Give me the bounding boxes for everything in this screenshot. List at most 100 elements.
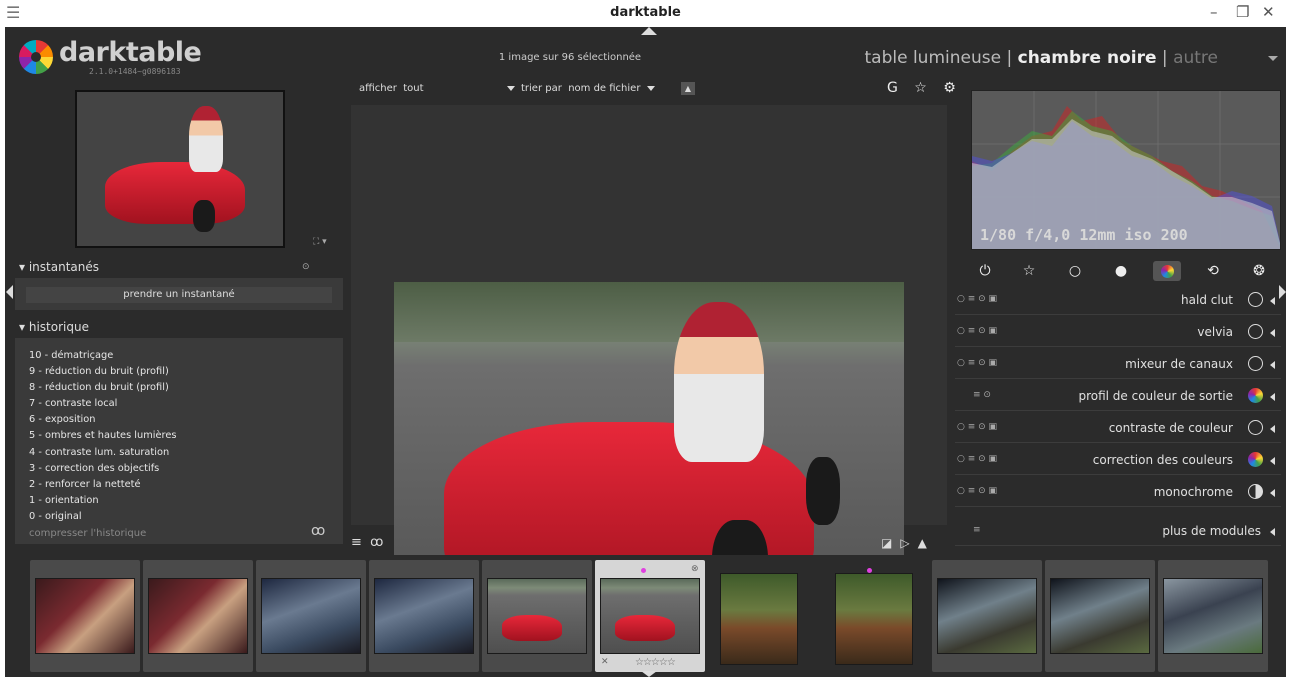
take-snapshot-button[interactable]: prendre un instantané (26, 287, 332, 303)
module-name: velvia (1197, 325, 1233, 339)
history-item[interactable]: 9 - réduction du bruit (profil) (29, 364, 176, 380)
expand-arrow-icon[interactable] (1270, 528, 1275, 536)
module-hald-clut[interactable]: ○ ≡ ⊙ ▣ hald clut (955, 286, 1281, 315)
module-controls[interactable]: ○ ≡ ⊙ ▣ (957, 454, 997, 464)
view-separator: | (1006, 48, 1013, 68)
filmstrip-thumbnail[interactable] (369, 560, 479, 672)
module-velvia[interactable]: ○ ≡ ⊙ ▣ velvia (955, 318, 1281, 347)
view-other[interactable]: autre (1173, 48, 1218, 68)
history-item[interactable]: 5 - ombres et hautes lumières (29, 428, 176, 444)
filmstrip-thumbnail-selected[interactable]: ⊗ ✕ ☆☆☆☆☆ (595, 560, 705, 672)
module-output-profile[interactable]: ≡ ⊙ profil de couleur de sortie (955, 382, 1281, 411)
history-item[interactable]: 0 - original (29, 509, 176, 525)
module-controls[interactable]: ○ ≡ ⊙ ▣ (957, 358, 997, 368)
show-value: tout (403, 83, 424, 94)
module-controls[interactable]: ≡ (973, 525, 981, 535)
collapse-top-panel-icon[interactable] (641, 27, 657, 35)
history-item[interactable]: 4 - contraste lum. saturation (29, 445, 176, 461)
expand-arrow-icon[interactable] (1270, 393, 1275, 401)
sort-order-button[interactable]: ▲ (681, 82, 695, 95)
expand-arrow-icon[interactable] (1270, 425, 1275, 433)
module-groups: ⏻ ☆ ○ ● ⟲ ❂ (965, 257, 1281, 285)
expand-arrow-icon[interactable] (1270, 297, 1275, 305)
module-channel-mixer[interactable]: ○ ≡ ⊙ ▣ mixeur de canaux (955, 350, 1281, 379)
favorites-icon[interactable]: ☆ (1015, 261, 1043, 281)
module-controls[interactable]: ○ ≡ ⊙ ▣ (957, 326, 997, 336)
color-group-icon[interactable] (1153, 261, 1181, 281)
sort-label: trier par (521, 83, 562, 94)
filmstrip-thumbnail[interactable] (932, 560, 1042, 672)
thumbnail-image (937, 578, 1037, 654)
version-text: 2.1.0+1484~g0896183 (89, 67, 181, 76)
quick-access-icons[interactable]: ≡ ꝏ (351, 535, 383, 550)
filmstrip-thumbnail[interactable] (143, 560, 253, 672)
module-controls[interactable]: ≡ ⊙ (973, 390, 991, 400)
history-item[interactable]: 1 - orientation (29, 493, 176, 509)
view-darkroom[interactable]: chambre noire (1018, 48, 1157, 68)
tone-group-icon[interactable]: ● (1107, 261, 1135, 281)
zoom-icon[interactable]: ⛶ ▾ (313, 237, 327, 247)
history-item[interactable]: 10 - dématriçage (29, 348, 176, 364)
wheel-shape (806, 457, 840, 525)
module-name: contraste de couleur (1108, 421, 1233, 435)
more-modules[interactable]: ≡ plus de modules (955, 517, 1281, 546)
history-item[interactable]: 3 - correction des objectifs (29, 461, 176, 477)
compress-history-button[interactable]: compresser l'historique (29, 528, 146, 539)
history-header[interactable]: ▾ historique (19, 320, 89, 334)
velvia-icon (1248, 324, 1263, 339)
filmstrip-thumbnail[interactable] (1045, 560, 1155, 672)
module-controls[interactable]: ○ ≡ ⊙ ▣ (957, 294, 997, 304)
reject-icon[interactable]: ✕ (601, 657, 609, 667)
maximize-icon[interactable]: ❐ (1236, 3, 1249, 21)
collapse-right-panel-icon[interactable] (1279, 285, 1286, 299)
circle-icon (1248, 292, 1263, 307)
correction-group-icon[interactable]: ⟲ (1199, 261, 1227, 281)
minimize-icon[interactable]: – (1210, 3, 1218, 21)
view-lighttable[interactable]: table lumineuse (865, 48, 1002, 68)
module-monochrome[interactable]: ○ ≡ ⊙ ▣ monochrome (955, 478, 1281, 507)
module-color-contrast[interactable]: ○ ≡ ⊙ ▣ contraste de couleur (955, 414, 1281, 443)
history-item[interactable]: 2 - renforcer la netteté (29, 477, 176, 493)
effects-group-icon[interactable]: ❂ (1245, 261, 1273, 281)
filmstrip-thumbnail[interactable] (256, 560, 366, 672)
history-list: 10 - dématriçage 9 - réduction du bruit … (29, 348, 176, 525)
overexposure-icons[interactable]: ◪▷▲ (881, 536, 935, 550)
filmstrip-thumbnail[interactable] (482, 560, 592, 672)
create-style-icon[interactable]: ꝏ (311, 523, 325, 539)
module-color-correction[interactable]: ○ ≡ ⊙ ▣ correction des couleurs (955, 446, 1281, 475)
collapse-left-panel-icon[interactable] (6, 285, 13, 299)
expand-arrow-icon[interactable] (1270, 361, 1275, 369)
expand-arrow-icon[interactable] (1270, 489, 1275, 497)
show-filter[interactable]: afficher tout (359, 83, 424, 94)
reset-icon[interactable]: ⊙ (302, 262, 310, 272)
navigation-thumbnail[interactable] (75, 90, 285, 248)
filmstrip-thumbnail[interactable] (821, 560, 913, 672)
filmstrip-thumbnail[interactable] (30, 560, 140, 672)
views-dropdown-icon[interactable] (1268, 56, 1278, 61)
history-item[interactable]: 7 - contraste local (29, 396, 176, 412)
filmstrip-thumbnail[interactable] (708, 560, 798, 672)
show-label: afficher (359, 83, 397, 94)
expand-arrow-icon[interactable] (1270, 457, 1275, 465)
collapse-bottom-panel-icon[interactable] (641, 671, 657, 677)
power-icon[interactable]: ⏻ (971, 261, 999, 281)
history-item[interactable]: 6 - exposition (29, 412, 176, 428)
thumbnail-image (487, 578, 587, 654)
module-name: profil de couleur de sortie (1078, 389, 1233, 403)
altered-marker-icon (641, 568, 646, 573)
basic-group-icon[interactable]: ○ (1061, 261, 1089, 281)
close-icon[interactable]: ✕ (1262, 3, 1275, 21)
altered-icon[interactable]: ⊗ (691, 564, 699, 574)
circle-icon (1248, 420, 1263, 435)
view-switcher: table lumineuse | chambre noire | autre (865, 48, 1219, 68)
filmstrip-thumbnail[interactable] (1158, 560, 1268, 672)
sort-control[interactable]: trier par nom de fichier (507, 83, 661, 94)
module-controls[interactable]: ○ ≡ ⊙ ▣ (957, 486, 997, 496)
top-toolbar-icons[interactable]: G ☆ ⚙ (887, 80, 962, 96)
module-controls[interactable]: ○ ≡ ⊙ ▣ (957, 422, 997, 432)
snapshots-header[interactable]: ▾ instantanés (19, 260, 99, 274)
logo-text: darktable (59, 37, 202, 68)
expand-arrow-icon[interactable] (1270, 329, 1275, 337)
history-item[interactable]: 8 - réduction du bruit (profil) (29, 380, 176, 396)
star-rating[interactable]: ☆☆☆☆☆ (635, 657, 676, 668)
